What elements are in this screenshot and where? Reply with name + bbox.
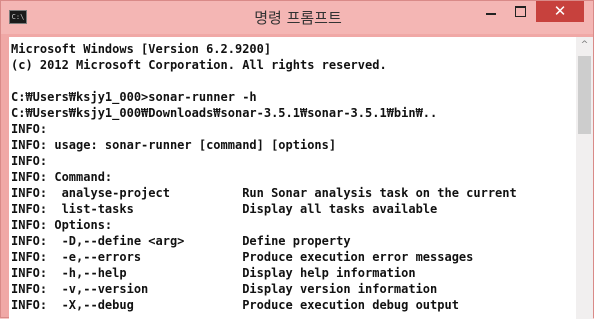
console-line: (c) 2012 Microsoft Corporation. All righ… <box>11 58 387 72</box>
console-line: C:₩Users₩ksjy1_000₩Downloads₩sonar-3.5.1… <box>11 106 438 120</box>
console-line: INFO: Options: <box>11 218 113 232</box>
console-line: INFO: usage: sonar-runner [command] [opt… <box>11 138 337 152</box>
console-line: INFO: list-tasks Display all tasks avail… <box>11 202 438 216</box>
vertical-scrollbar[interactable]: ^ <box>576 37 593 319</box>
title-bar[interactable]: C:\ 명령 프롬프트 ✕ <box>1 1 593 34</box>
console-line: INFO: -X,--debug Produce execution debug… <box>11 298 459 312</box>
close-button[interactable]: ✕ <box>536 1 584 22</box>
console-output[interactable]: Microsoft Windows [Version 6.2.9200] (c)… <box>9 37 576 319</box>
minimize-button[interactable] <box>477 1 505 22</box>
console-line: INFO: analyse-project Run Sonar analysis… <box>11 186 517 200</box>
console-line: INFO: <box>11 154 48 168</box>
console-line: INFO: -v,--version Display version infor… <box>11 282 438 296</box>
maximize-button[interactable] <box>507 1 535 22</box>
scroll-thumb[interactable] <box>578 56 591 134</box>
console-line: INFO: -h,--help Display help information <box>11 266 416 280</box>
scroll-up-arrow-icon[interactable]: ^ <box>576 37 593 54</box>
command-prompt-window: C:\ 명령 프롬프트 ✕ Microsoft Windows [Version… <box>0 0 594 319</box>
console-line: C:₩Users₩ksjy1_000>sonar-runner -h <box>11 90 257 104</box>
console-line: INFO: Command: <box>11 170 113 184</box>
console-line: INFO: -e,--errors Produce execution erro… <box>11 250 474 264</box>
console-line: INFO: -D,--define <arg> Define property <box>11 234 351 248</box>
window-title: 명령 프롬프트 <box>254 9 342 27</box>
console-line: Microsoft Windows [Version 6.2.9200] <box>11 42 272 56</box>
console-line: INFO: <box>11 122 48 136</box>
